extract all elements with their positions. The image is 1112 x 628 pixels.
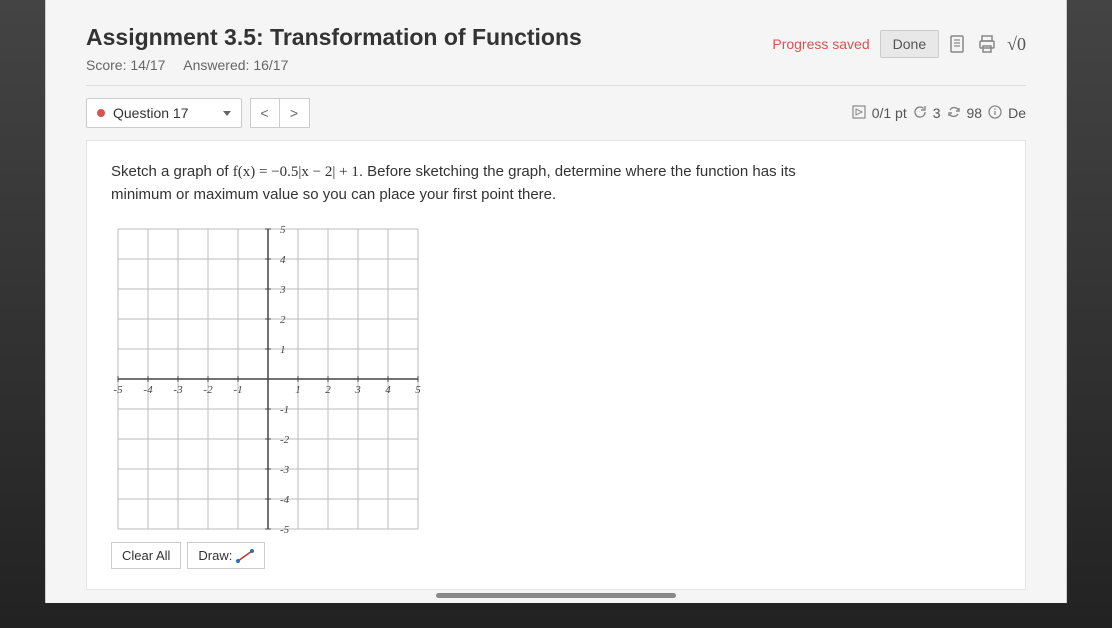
svg-text:-5: -5 [113, 384, 123, 396]
svg-text:3: 3 [354, 384, 361, 396]
done-button[interactable]: Done [880, 30, 939, 58]
svg-text:-4: -4 [143, 384, 153, 396]
svg-text:4: 4 [385, 384, 391, 396]
clear-all-button[interactable]: Clear All [111, 542, 181, 569]
notes-icon[interactable] [949, 34, 967, 54]
svg-text:2: 2 [325, 384, 331, 396]
caret-down-icon [223, 111, 231, 116]
svg-text:1: 1 [295, 384, 301, 396]
points-text: 0/1 pt [872, 105, 907, 121]
attempts-count: 3 [933, 105, 941, 121]
svg-text:5: 5 [280, 224, 286, 236]
svg-text:-4: -4 [280, 494, 290, 506]
sqrt-tool-icon[interactable]: √0 [1007, 34, 1026, 55]
svg-text:-2: -2 [203, 384, 213, 396]
svg-text:-3: -3 [280, 464, 290, 476]
sync-icon [947, 105, 961, 122]
line-tool-icon [236, 549, 254, 563]
scrollbar[interactable] [436, 593, 676, 598]
question-label: Question 17 [113, 105, 189, 121]
svg-text:-3: -3 [173, 384, 183, 396]
svg-text:-5: -5 [280, 524, 290, 536]
draw-tool-button[interactable]: Draw: [187, 542, 265, 569]
graph-canvas[interactable]: -5 -4 -3 -2 -1 1 2 3 4 5 -5 -4 -3 -2 -1 1 2 3 4 5 [111, 222, 425, 536]
question-prompt: Sketch a graph of f(x) = −0.5|x − 2| + 1… [111, 161, 851, 206]
next-question-button[interactable]: > [280, 98, 310, 128]
assignment-title: Assignment 3.5: Transformation of Functi… [86, 24, 582, 51]
info-icon[interactable] [988, 105, 1002, 122]
svg-text:3: 3 [279, 284, 286, 296]
status-dot-icon [97, 109, 105, 117]
retry-icon [913, 105, 927, 122]
svg-text:-1: -1 [280, 404, 289, 416]
svg-text:5: 5 [415, 384, 421, 396]
svg-text:2: 2 [280, 314, 286, 326]
question-body: Sketch a graph of f(x) = −0.5|x − 2| + 1… [86, 140, 1026, 590]
print-icon[interactable] [977, 34, 997, 54]
svg-text:-1: -1 [233, 384, 242, 396]
flag-icon[interactable] [852, 105, 866, 122]
svg-text:1: 1 [280, 344, 286, 356]
svg-text:4: 4 [280, 254, 286, 266]
tries-count: 98 [967, 105, 983, 121]
prev-question-button[interactable]: < [250, 98, 280, 128]
progress-saved-label: Progress saved [772, 36, 869, 52]
question-selector[interactable]: Question 17 [86, 98, 242, 128]
answered-text: Answered: 16/17 [183, 57, 288, 73]
score-text: Score: 14/17 [86, 57, 165, 73]
svg-text:-2: -2 [280, 434, 290, 446]
details-text[interactable]: De [1008, 105, 1026, 121]
